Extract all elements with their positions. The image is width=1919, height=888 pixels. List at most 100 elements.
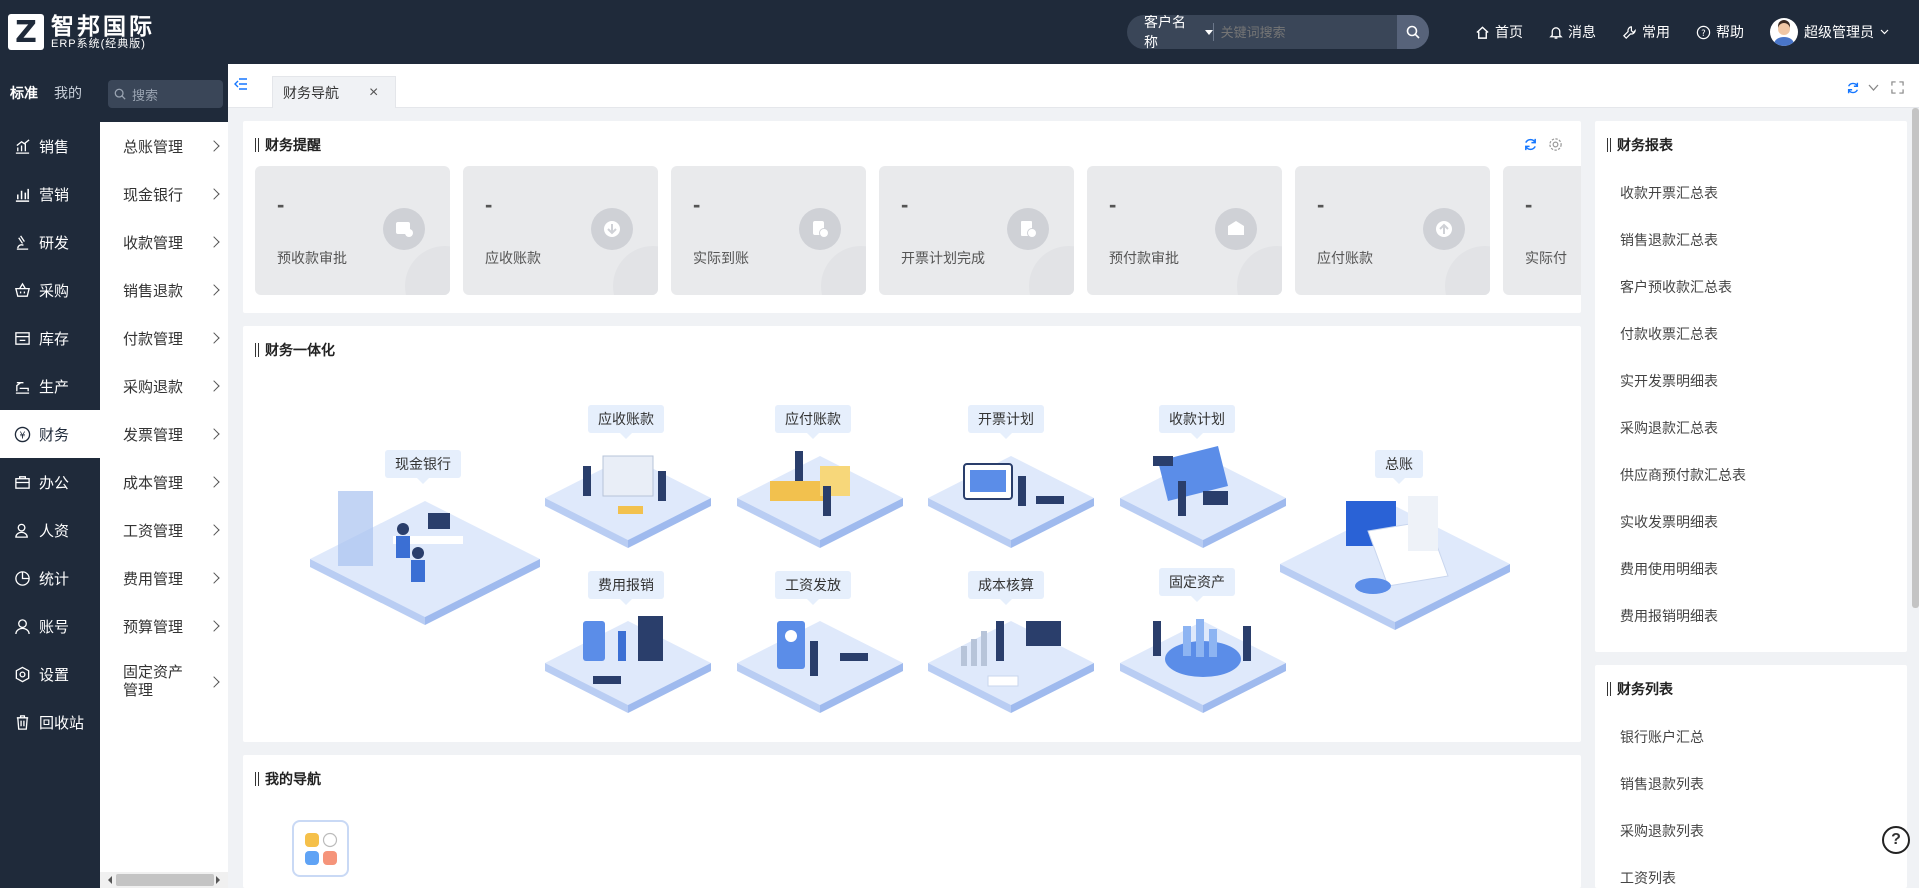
card-title: 财务提醒 [265,137,321,153]
refresh-icon[interactable] [1846,81,1860,95]
subnav-item[interactable]: 成本管理 [100,458,228,506]
report-link[interactable]: 实收发票明细表 [1620,512,1718,532]
chevron-down-icon[interactable] [1868,84,1879,92]
nav-home[interactable]: 首页 [1475,22,1523,42]
reminder-tile[interactable]: - 预收款审批 [255,166,450,295]
sidebar-item-finance[interactable]: ¥ 财务 [0,410,100,458]
nav-help[interactable]: ? 帮助 [1696,22,1744,42]
cost-illustration[interactable] [926,591,1096,721]
search-input[interactable] [1213,24,1397,40]
reminder-tile[interactable]: - 应收账款 [463,166,658,295]
module-assets[interactable]: 固定资产 [1159,568,1235,602]
help-float-button[interactable]: ? [1882,826,1910,854]
subnav-item[interactable]: 费用管理 [100,554,228,602]
logo[interactable]: Z 智邦国际 ERP系统(经典版) [8,14,155,51]
tab-label: 财务导航 [283,84,339,101]
fullscreen-icon[interactable] [1891,81,1904,94]
cash-bank-illustration[interactable] [308,481,543,631]
page-scrollbar[interactable] [1912,108,1919,608]
ledger-illustration[interactable] [1278,476,1513,636]
salary-illustration[interactable] [735,591,905,721]
module-receivable[interactable]: 应收账款 [588,405,664,439]
subnav-search-input[interactable]: 搜索 [108,80,223,108]
refresh-icon[interactable] [1523,137,1538,152]
user-menu[interactable]: 超级管理员 [1770,18,1889,46]
receivable-illustration[interactable] [543,426,713,556]
subnav-item[interactable]: 发票管理 [100,410,228,458]
reminder-tile[interactable]: - 应付账款 [1295,166,1490,295]
subnav-item[interactable]: 采购退款 [100,362,228,410]
trash-icon [16,714,29,730]
sidebar-item-production[interactable]: 生产 [0,362,100,410]
reminder-tile[interactable]: - 预付款审批 [1087,166,1282,295]
collapse-menu-icon[interactable] [234,78,248,90]
module-invoice-plan[interactable]: 开票计划 [968,405,1044,439]
close-icon[interactable]: × [369,84,378,102]
card-title: 财务报表 [1617,137,1673,153]
subnav-item[interactable]: 销售退款 [100,266,228,314]
list-link[interactable]: 银行账户汇总 [1620,727,1704,747]
assets-illustration[interactable] [1118,591,1288,721]
sidebar-item-marketing[interactable]: 营销 [0,170,100,218]
invoice-plan-illustration[interactable] [926,426,1096,556]
list-link[interactable]: 销售退款列表 [1620,774,1704,794]
subnav-item[interactable]: 预算管理 [100,602,228,650]
module-salary[interactable]: 工资发放 [775,571,851,605]
module-expense[interactable]: 费用报销 [588,571,664,605]
scroll-thumb[interactable] [116,874,214,886]
module-cost[interactable]: 成本核算 [968,571,1044,605]
search-button[interactable] [1396,15,1429,49]
reminder-tile[interactable]: - 实际到账 [671,166,866,295]
report-link[interactable]: 销售退款汇总表 [1620,230,1718,250]
pie-icon [15,570,30,586]
reminder-tile[interactable]: - 开票计划完成 [879,166,1074,295]
payable-illustration[interactable] [735,426,905,556]
nav-common[interactable]: 常用 [1622,22,1670,42]
sidebar-item-label: 营销 [39,186,70,204]
report-link[interactable]: 费用报销明细表 [1620,606,1718,626]
sidebar-item-purchase[interactable]: 采购 [0,266,100,314]
card-title: 财务一体化 [265,342,335,358]
add-shortcut-button[interactable] [292,820,349,877]
subnav-item[interactable]: 工资管理 [100,506,228,554]
sidebar-item-recycle[interactable]: 回收站 [0,698,100,746]
sidebar-item-stats[interactable]: 统计 [0,554,100,602]
report-link[interactable]: 采购退款汇总表 [1620,418,1718,438]
apps-icon [305,832,338,865]
tab-mine[interactable]: 我的 [54,83,82,103]
subnav-item[interactable]: 付款管理 [100,314,228,362]
report-link[interactable]: 费用使用明细表 [1620,559,1718,579]
report-link[interactable]: 客户预收款汇总表 [1620,277,1732,297]
sidebar-item-inventory[interactable]: 库存 [0,314,100,362]
module-cash-bank[interactable]: 现金银行 [385,450,461,484]
report-link[interactable]: 收款开票汇总表 [1620,183,1718,203]
sidebar-item-account[interactable]: 账号 [0,602,100,650]
module-ledger[interactable]: 总账 [1375,450,1423,484]
module-payable[interactable]: 应付账款 [775,405,851,439]
module-collection-plan[interactable]: 收款计划 [1159,405,1235,439]
list-link[interactable]: 采购退款列表 [1620,821,1704,841]
subnav-item[interactable]: 固定资产 管理 [100,654,228,710]
avatar [1770,18,1798,46]
tab-finance-nav[interactable]: 财务导航 × [272,76,396,108]
sidebar-item-sales[interactable]: 销售 [0,122,100,170]
sidebar-item-settings[interactable]: 设置 [0,650,100,698]
subnav-item[interactable]: 现金银行 [100,170,228,218]
reminder-tile[interactable]: - 实际付 [1503,166,1581,295]
report-link[interactable]: 供应商预付款汇总表 [1620,465,1746,485]
subnav-item[interactable]: 总账管理 [100,122,228,170]
nav-messages[interactable]: 消息 [1549,22,1596,42]
report-link[interactable]: 实开发票明细表 [1620,371,1718,391]
search-type-select[interactable]: 客户名称 [1127,15,1213,49]
sidebar-item-rnd[interactable]: 研发 [0,218,100,266]
list-link[interactable]: 工资列表 [1620,868,1676,888]
subnav-scrollbar[interactable] [100,872,228,888]
collection-plan-illustration[interactable] [1118,426,1288,556]
sidebar-item-hr[interactable]: 人资 [0,506,100,554]
expense-illustration[interactable] [543,591,713,721]
report-link[interactable]: 付款收票汇总表 [1620,324,1718,344]
gear-icon[interactable] [1548,137,1563,152]
subnav-item[interactable]: 收款管理 [100,218,228,266]
sidebar-item-office[interactable]: 办公 [0,458,100,506]
tab-standard[interactable]: 标准 [10,83,38,103]
